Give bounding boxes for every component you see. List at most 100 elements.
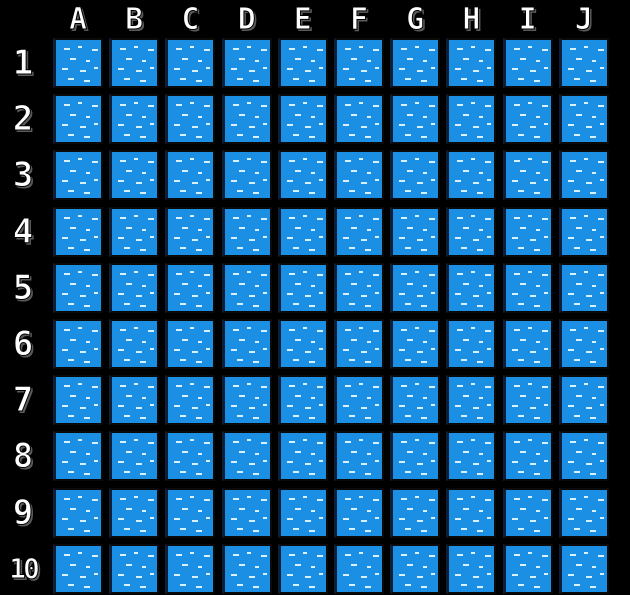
grid-cell-i10[interactable] <box>502 543 553 594</box>
grid-cell-g2[interactable] <box>390 94 441 145</box>
grid-cell-c2[interactable] <box>165 94 216 145</box>
grid-cell-e7[interactable] <box>277 375 328 426</box>
grid-cell-e2[interactable] <box>277 94 328 145</box>
grid-cell-j2[interactable] <box>558 94 609 145</box>
grid-cell-d7[interactable] <box>221 375 272 426</box>
grid-cell-c8[interactable] <box>165 431 216 482</box>
grid-cell-b9[interactable] <box>109 487 160 538</box>
grid-cell-i8[interactable] <box>502 431 553 482</box>
grid-cell-h2[interactable] <box>446 94 497 145</box>
grid-cell-b3[interactable] <box>109 150 160 201</box>
grid-cell-a6[interactable] <box>53 319 103 369</box>
grid-cell-e6[interactable] <box>277 319 328 369</box>
grid-cell-e8[interactable] <box>277 431 328 482</box>
grid-cell-g5[interactable] <box>390 262 441 313</box>
grid-cell-b4[interactable] <box>109 206 160 257</box>
grid-cell-e3[interactable] <box>277 150 328 201</box>
grid-cell-f7[interactable] <box>334 375 384 426</box>
grid-cell-f8[interactable] <box>334 431 384 482</box>
grid-cell-f4[interactable] <box>334 206 384 257</box>
grid-cell-c3[interactable] <box>165 150 216 201</box>
grid-cell-i1[interactable] <box>502 38 553 88</box>
grid-cell-d6[interactable] <box>221 319 272 369</box>
grid-cell-d8[interactable] <box>221 431 272 482</box>
grid-cell-i9[interactable] <box>502 487 553 538</box>
grid-cell-f9[interactable] <box>334 487 384 538</box>
grid-cell-j6[interactable] <box>558 319 609 369</box>
grid-cell-a4[interactable] <box>53 206 103 257</box>
grid-cell-h7[interactable] <box>446 375 497 426</box>
grid-cell-a10[interactable] <box>53 543 103 594</box>
grid-cell-h5[interactable] <box>446 262 497 313</box>
grid-cell-j10[interactable] <box>558 543 609 594</box>
grid-cell-d3[interactable] <box>221 150 272 201</box>
grid-cell-a7[interactable] <box>53 375 103 426</box>
grid-cell-h10[interactable] <box>446 543 497 594</box>
grid-cell-c10[interactable] <box>165 543 216 594</box>
grid-cell-f6[interactable] <box>334 319 384 369</box>
grid-cell-d9[interactable] <box>221 487 272 538</box>
grid-cell-i5[interactable] <box>502 262 553 313</box>
grid-cell-i6[interactable] <box>502 319 553 369</box>
grid-cell-d4[interactable] <box>221 206 272 257</box>
grid-cell-c7[interactable] <box>165 375 216 426</box>
grid-cell-h6[interactable] <box>446 319 497 369</box>
grid-cell-c1[interactable] <box>165 38 216 88</box>
grid-cell-b6[interactable] <box>109 319 160 369</box>
grid-cell-c4[interactable] <box>165 206 216 257</box>
grid-cell-j1[interactable] <box>558 38 609 88</box>
grid-cell-e10[interactable] <box>277 543 328 594</box>
grid-cell-f10[interactable] <box>334 543 384 594</box>
grid-cell-h4[interactable] <box>446 206 497 257</box>
grid-cell-h3[interactable] <box>446 150 497 201</box>
grid-cell-i2[interactable] <box>502 94 553 145</box>
grid-cell-a8[interactable] <box>53 431 103 482</box>
grid-cell-b10[interactable] <box>109 543 160 594</box>
grid-cell-h8[interactable] <box>446 431 497 482</box>
grid-cell-e1[interactable] <box>277 38 328 88</box>
grid-cell-e5[interactable] <box>277 262 328 313</box>
grid-cell-j4[interactable] <box>558 206 609 257</box>
grid-cell-b7[interactable] <box>109 375 160 426</box>
grid-cell-d5[interactable] <box>221 262 272 313</box>
grid-cell-e9[interactable] <box>277 487 328 538</box>
grid-cell-f1[interactable] <box>334 38 384 88</box>
grid-cell-g4[interactable] <box>390 206 441 257</box>
grid-cell-b5[interactable] <box>109 262 160 313</box>
grid-cell-a3[interactable] <box>53 150 103 201</box>
grid-cell-c9[interactable] <box>165 487 216 538</box>
grid-cell-c6[interactable] <box>165 319 216 369</box>
grid-cell-c5[interactable] <box>165 262 216 313</box>
grid-cell-b2[interactable] <box>109 94 160 145</box>
grid-cell-g1[interactable] <box>390 38 441 88</box>
grid-cell-j9[interactable] <box>558 487 609 538</box>
grid-cell-g8[interactable] <box>390 431 441 482</box>
grid-cell-g7[interactable] <box>390 375 441 426</box>
grid-cell-d1[interactable] <box>221 38 272 88</box>
grid-cell-h9[interactable] <box>446 487 497 538</box>
grid-cell-g9[interactable] <box>390 487 441 538</box>
grid-cell-d10[interactable] <box>221 543 272 594</box>
grid-cell-a1[interactable] <box>53 38 103 88</box>
grid-cell-a9[interactable] <box>53 487 103 538</box>
grid-cell-a2[interactable] <box>53 94 103 145</box>
grid-cell-a5[interactable] <box>53 262 103 313</box>
grid-cell-g10[interactable] <box>390 543 441 594</box>
grid-cell-g6[interactable] <box>390 319 441 369</box>
grid-cell-i4[interactable] <box>502 206 553 257</box>
grid-cell-j8[interactable] <box>558 431 609 482</box>
grid-cell-g3[interactable] <box>390 150 441 201</box>
grid-cell-b8[interactable] <box>109 431 160 482</box>
grid-cell-i3[interactable] <box>502 150 553 201</box>
grid-cell-f5[interactable] <box>334 262 384 313</box>
grid-cell-f3[interactable] <box>334 150 384 201</box>
grid-cell-j5[interactable] <box>558 262 609 313</box>
grid-cell-d2[interactable] <box>221 94 272 145</box>
grid-cell-h1[interactable] <box>446 38 497 88</box>
grid-cell-j7[interactable] <box>558 375 609 426</box>
grid-cell-i7[interactable] <box>502 375 553 426</box>
grid-cell-j3[interactable] <box>558 150 609 201</box>
grid-cell-f2[interactable] <box>334 94 384 145</box>
grid-cell-b1[interactable] <box>109 38 160 88</box>
grid-cell-e4[interactable] <box>277 206 328 257</box>
